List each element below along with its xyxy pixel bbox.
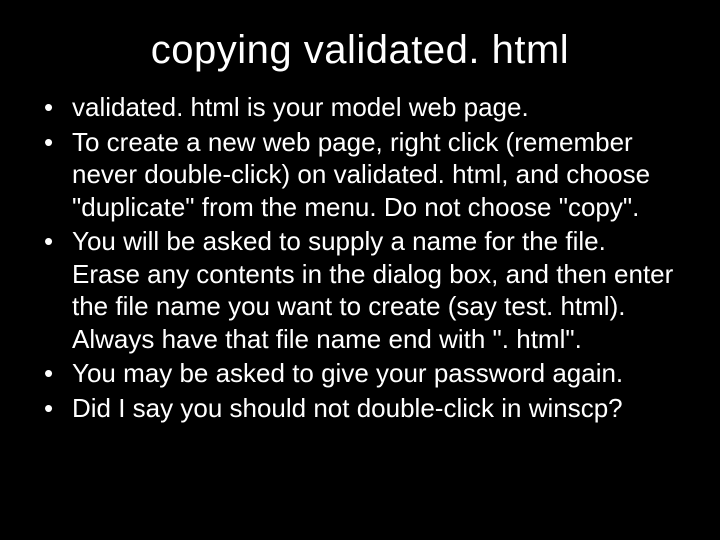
list-item: To create a new web page, right click (r…	[40, 126, 680, 224]
list-item: You may be asked to give your password a…	[40, 357, 680, 390]
list-item: Did I say you should not double-click in…	[40, 392, 680, 425]
list-item: You will be asked to supply a name for t…	[40, 225, 680, 355]
slide-title: copying validated. html	[40, 28, 680, 73]
slide: copying validated. html validated. html …	[0, 0, 720, 540]
bullet-list: validated. html is your model web page. …	[40, 91, 680, 424]
list-item: validated. html is your model web page.	[40, 91, 680, 124]
